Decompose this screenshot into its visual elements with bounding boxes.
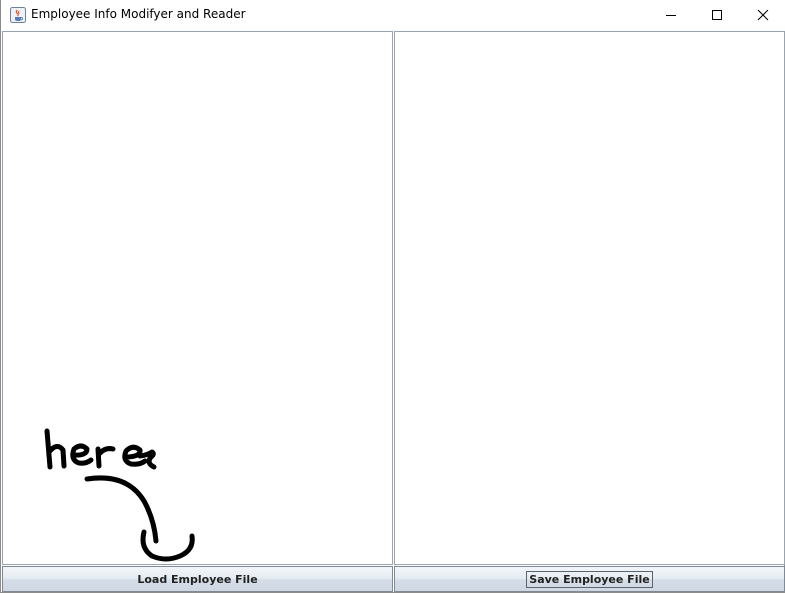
save-employee-file-button[interactable]: Save Employee File <box>394 566 785 592</box>
minimize-button[interactable] <box>648 0 694 31</box>
maximize-icon <box>711 6 723 25</box>
app-window: Employee Info Modifyer and Reader Load E… <box>0 0 785 593</box>
title-bar[interactable]: Employee Info Modifyer and Reader <box>1 0 785 31</box>
save-button-label: Save Employee File <box>526 570 653 588</box>
right-text-area[interactable] <box>394 31 785 565</box>
left-text-area[interactable] <box>2 31 393 565</box>
minimize-icon <box>665 6 677 25</box>
close-icon <box>757 6 769 25</box>
load-button-label: Load Employee File <box>137 572 258 586</box>
java-cup-icon <box>10 7 26 23</box>
maximize-button[interactable] <box>694 0 740 31</box>
load-employee-file-button[interactable]: Load Employee File <box>2 566 393 592</box>
window-title: Employee Info Modifyer and Reader <box>31 7 246 21</box>
close-button[interactable] <box>740 0 785 31</box>
